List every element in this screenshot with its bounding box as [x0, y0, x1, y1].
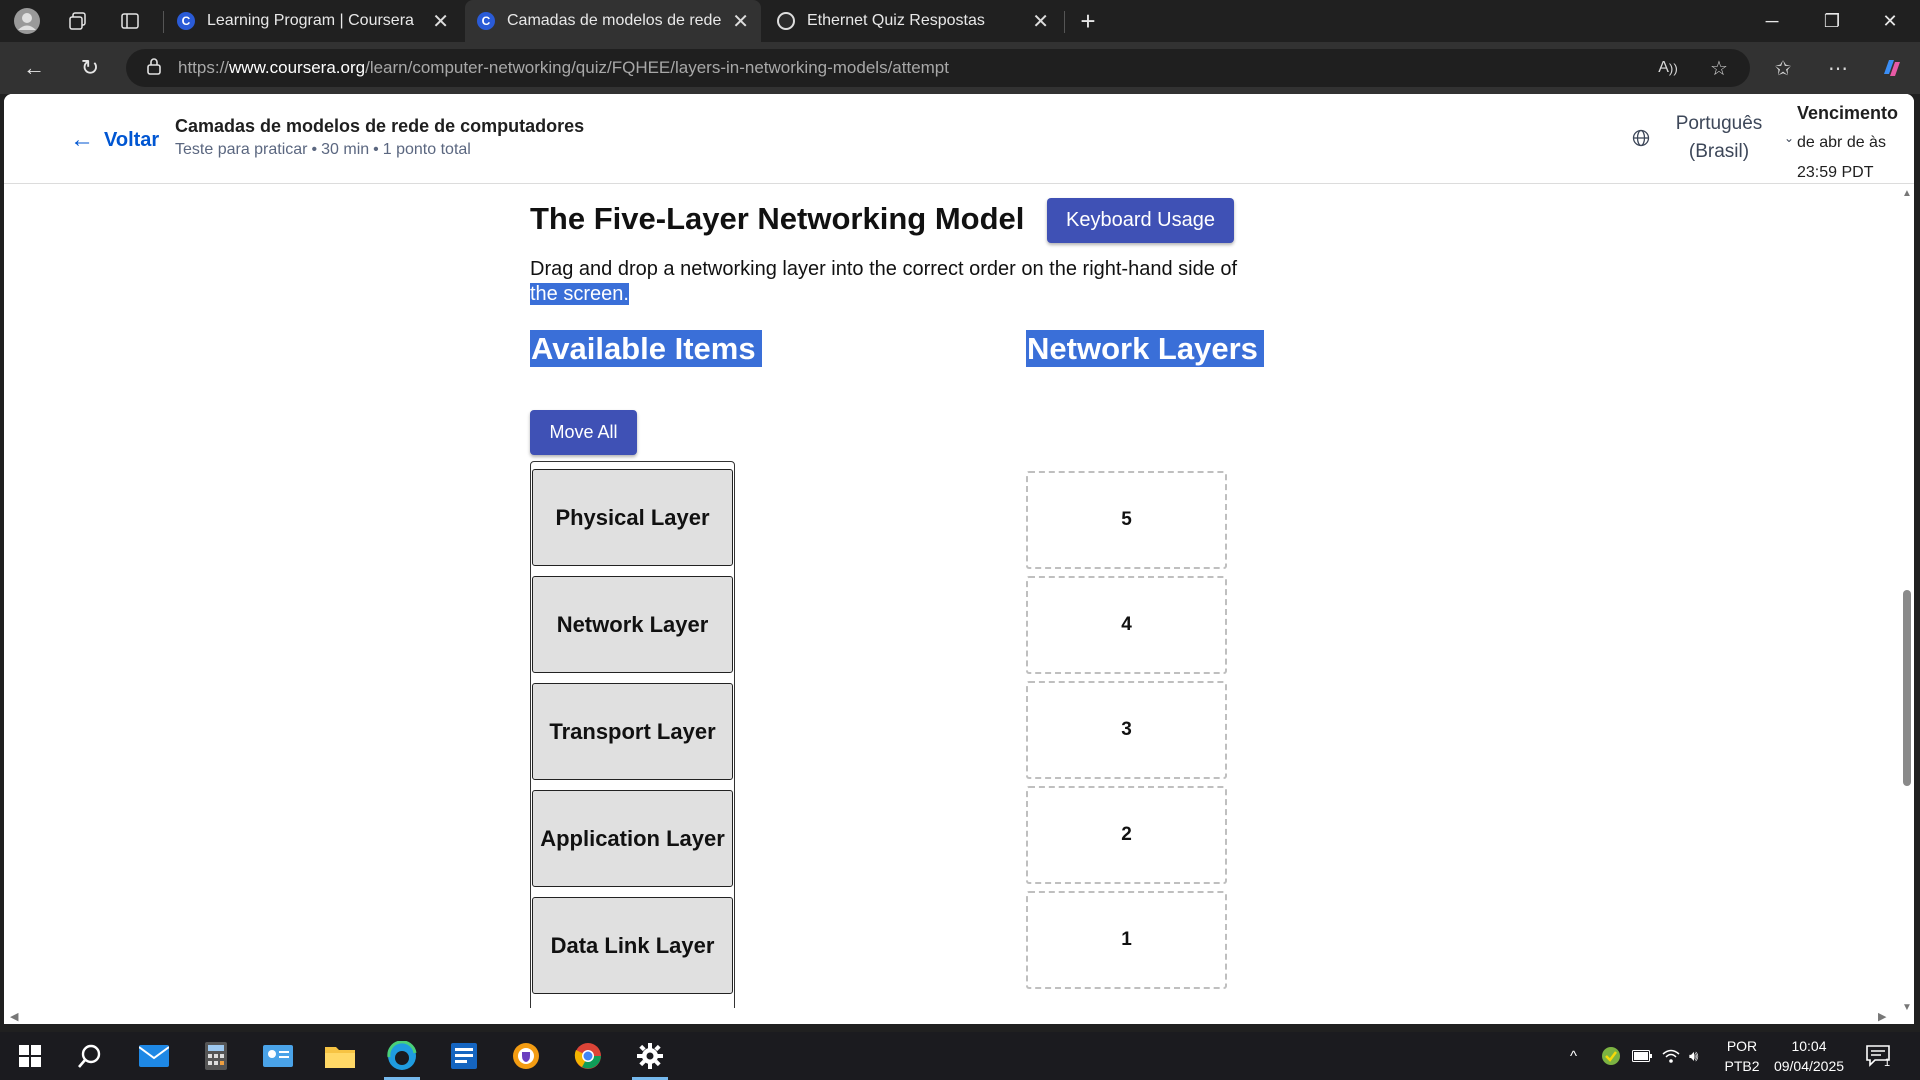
tab-camadas-modelos[interactable]: C Camadas de modelos de rede de computad…: [465, 0, 761, 42]
drop-slot-2[interactable]: 2: [1026, 786, 1227, 884]
drop-slot-1[interactable]: 1: [1026, 891, 1227, 989]
question-title: The Five-Layer Networking Model: [530, 201, 1025, 236]
page-subtitle: Teste para praticar • 30 min • 1 ponto total: [175, 141, 471, 158]
vertical-scrollbar[interactable]: ▲ ▼: [1900, 184, 1914, 1024]
network-layers-title: Network Layers: [1026, 330, 1264, 367]
scroll-right-icon[interactable]: ▶: [1878, 1010, 1886, 1023]
web-page: ← Voltar Camadas de modelos de rede de c…: [4, 94, 1914, 1024]
arrow-left-icon: ←: [70, 126, 94, 153]
available-items-list: Physical Layer Network Layer Transport L…: [530, 461, 735, 1021]
horizontal-scrollbar[interactable]: ◀ ▶: [4, 1008, 1900, 1024]
restore-icon[interactable]: ❐: [1804, 0, 1860, 42]
globe-icon: [1632, 129, 1650, 147]
page-title: Camadas de modelos de rede de computador…: [175, 116, 585, 136]
minimize-icon[interactable]: ─: [1744, 0, 1800, 42]
more-menu-icon[interactable]: ⋯: [1822, 52, 1854, 84]
volume-icon[interactable]: 🔊︎: [1689, 1032, 1698, 1080]
keyboard-language-indicator[interactable]: POR PTB2: [1718, 1036, 1766, 1076]
back-arrow-icon[interactable]: ←: [18, 52, 50, 84]
address-bar-row: ← ↻ https://www.coursera.org/learn/compu…: [0, 42, 1920, 94]
read-aloud-icon[interactable]: A)): [1652, 52, 1684, 84]
refresh-icon[interactable]: ↻: [74, 52, 106, 84]
clock[interactable]: 10:04 09/04/2025: [1765, 1036, 1853, 1076]
file-explorer-icon[interactable]: [320, 1038, 360, 1074]
globe-favicon-icon: [777, 12, 795, 30]
notifications-icon[interactable]: 1: [1866, 1032, 1890, 1080]
available-items-title: Available Items: [530, 330, 762, 367]
url-text: https://www.coursera.org/learn/computer-…: [178, 58, 949, 77]
contacts-card-icon[interactable]: [258, 1038, 298, 1074]
calculator-icon[interactable]: [196, 1038, 236, 1074]
quiz-content: The Five-Layer Networking Model Keyboard…: [4, 185, 1900, 1021]
tab-title: Learning Program | Coursera: [207, 12, 414, 29]
profile-avatar-icon[interactable]: [13, 7, 41, 35]
draggable-item-network-layer[interactable]: Network Layer: [532, 576, 733, 673]
network-layers-drop-zone: 5 4 3 2 1: [1026, 471, 1231, 996]
coursera-favicon-icon: C: [477, 12, 495, 30]
browser-tab-bar: C Learning Program | Coursera ✕ C Camada…: [0, 0, 1920, 42]
chrome-browser-icon[interactable]: [568, 1038, 608, 1074]
tab-learning-program[interactable]: C Learning Program | Coursera ✕: [165, 0, 461, 42]
drop-slot-5[interactable]: 5: [1026, 471, 1227, 569]
workspaces-icon[interactable]: [64, 7, 92, 35]
search-icon[interactable]: [70, 1038, 110, 1074]
url-field[interactable]: https://www.coursera.org/learn/computer-…: [126, 49, 1750, 87]
edge-browser-icon[interactable]: [382, 1038, 422, 1080]
tab-title: Ethernet Quiz Respostas: [807, 12, 985, 29]
scrollbar-thumb[interactable]: [1903, 590, 1911, 786]
vpn-shield-icon[interactable]: [506, 1038, 546, 1074]
tab-separator: [163, 11, 164, 33]
tab-close-icon[interactable]: ✕: [1032, 9, 1049, 34]
back-label: Voltar: [104, 128, 160, 151]
settings-gear-icon[interactable]: [630, 1038, 670, 1080]
scroll-down-icon[interactable]: ▼: [1902, 1002, 1912, 1013]
mail-icon[interactable]: [134, 1038, 174, 1074]
windows-start-icon[interactable]: [10, 1038, 50, 1074]
instruction-text: Drag and drop a networking layer into th…: [530, 258, 1238, 305]
move-all-button[interactable]: Move All: [530, 410, 637, 455]
tab-title: Camadas de modelos de rede de computador…: [507, 12, 724, 29]
drop-slot-4[interactable]: 4: [1026, 576, 1227, 674]
security-status-icon[interactable]: [1601, 1032, 1621, 1080]
windows-taskbar: ^ 🔊︎ POR PTB2 10:04 09/04/2025 1: [0, 1032, 1920, 1080]
clock-date: 09/04/2025: [1773, 1058, 1845, 1074]
close-window-icon[interactable]: ✕: [1862, 0, 1918, 42]
tray-overflow-icon[interactable]: ^: [1570, 1032, 1577, 1080]
draggable-item-physical-layer[interactable]: Physical Layer: [532, 469, 733, 566]
language-selector[interactable]: Português (Brasil) ⌄: [1632, 110, 1794, 166]
keyboard-usage-button[interactable]: Keyboard Usage: [1047, 198, 1234, 243]
language-label: Português (Brasil): [1675, 113, 1763, 162]
copilot-icon[interactable]: [1876, 52, 1908, 84]
draggable-item-transport-layer[interactable]: Transport Layer: [532, 683, 733, 780]
battery-icon[interactable]: [1632, 1032, 1652, 1080]
coursera-favicon-icon: C: [177, 12, 195, 30]
scroll-up-icon[interactable]: ▲: [1902, 188, 1912, 199]
quiz-header: ← Voltar Camadas de modelos de rede de c…: [4, 94, 1914, 184]
favorites-list-icon[interactable]: ✩: [1767, 52, 1799, 84]
draggable-item-application-layer[interactable]: Application Layer: [532, 790, 733, 887]
due-date: Vencimento de abr de às 23:59 PDT: [1797, 103, 1899, 181]
draggable-item-data-link-layer[interactable]: Data Link Layer: [532, 897, 733, 994]
new-tab-icon[interactable]: +: [1074, 6, 1102, 36]
tab-separator: [1064, 11, 1065, 33]
lock-icon[interactable]: [146, 57, 162, 80]
scroll-left-icon[interactable]: ◀: [10, 1010, 18, 1023]
tab-close-icon[interactable]: ✕: [732, 9, 749, 34]
back-link[interactable]: ← Voltar: [70, 126, 159, 154]
chevron-down-icon: ⌄: [1784, 131, 1795, 145]
notification-count: 1: [1884, 1057, 1891, 1069]
vertical-tabs-icon[interactable]: [116, 7, 144, 35]
tab-close-icon[interactable]: ✕: [432, 9, 449, 34]
clock-time: 10:04: [1791, 1038, 1827, 1054]
wifi-icon[interactable]: [1661, 1032, 1681, 1080]
favorite-star-icon[interactable]: ☆: [1703, 52, 1735, 84]
tab-ethernet-quiz[interactable]: Ethernet Quiz Respostas ✕: [765, 0, 1061, 42]
drop-slot-3[interactable]: 3: [1026, 681, 1227, 779]
reader-app-icon[interactable]: [444, 1038, 484, 1074]
